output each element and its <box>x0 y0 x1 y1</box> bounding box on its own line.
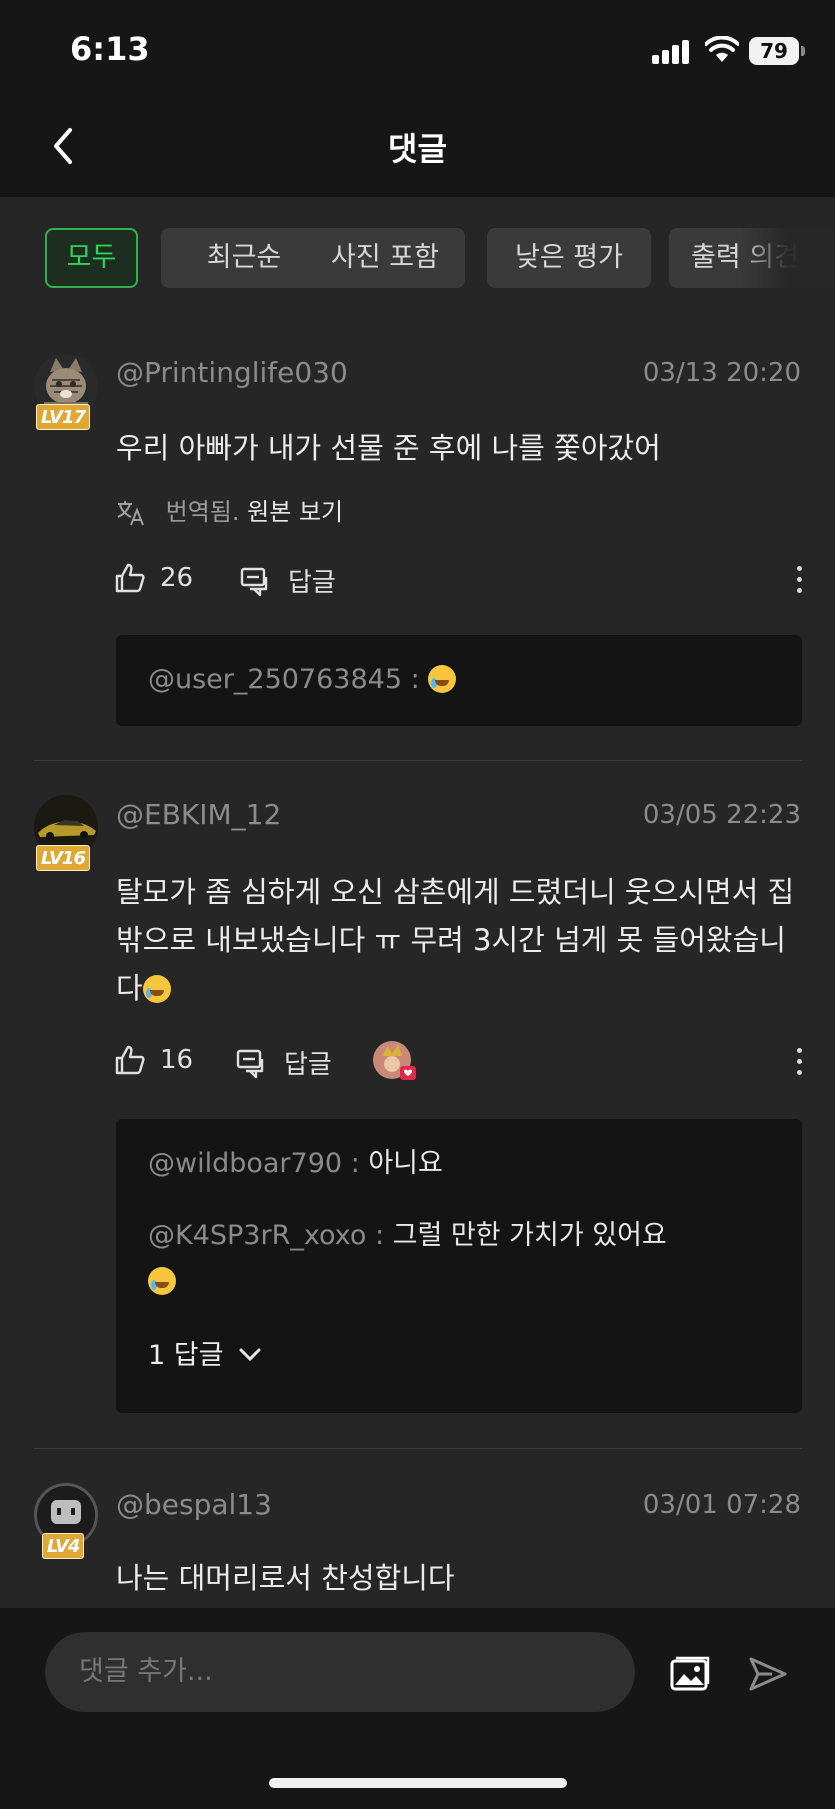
like-icon <box>115 563 145 593</box>
filter-chip-all[interactable]: 모두 <box>45 228 138 288</box>
comment-username[interactable]: @Printinglife030 <box>116 356 348 389</box>
reply-separator: : <box>366 1220 393 1251</box>
level-badge: LV4 <box>42 1533 85 1559</box>
home-indicator[interactable] <box>269 1778 567 1788</box>
more-icon[interactable] <box>794 566 804 598</box>
comment-actions: 26 답글 <box>114 562 804 602</box>
translation-note: 번역됨. 원본 보기 <box>116 492 343 527</box>
avatar[interactable]: LV4 <box>34 1483 98 1559</box>
avatar[interactable]: LV17 <box>34 354 98 430</box>
comment-actions: 16 답글 <box>114 1041 804 1084</box>
liked-by-author-avatar <box>372 1038 432 1084</box>
like-count: 16 <box>160 1045 194 1075</box>
view-original-link[interactable]: 원본 보기 <box>247 498 343 526</box>
reply-handle[interactable]: @wildboar790 <box>148 1148 342 1179</box>
more-replies-label: 1 답글 <box>148 1340 224 1371</box>
battery-tip <box>801 46 805 56</box>
reply-text: 그럴 만한 가치가 있어요 <box>392 1220 667 1251</box>
filter-chips: 모두 최근순 사진 포함 낮은 평가 출력 의견 <box>45 228 835 290</box>
comment-input[interactable]: 댓글 추가... <box>45 1632 635 1712</box>
page-title: 댓글 <box>388 130 447 168</box>
sweat-smile-emoji-icon <box>148 1267 176 1295</box>
translate-icon <box>117 501 144 526</box>
more-icon[interactable] <box>794 1048 804 1080</box>
comment-text: 탈모가 좀 심하게 오신 삼촌에게 드렸더니 웃으시면서 집 밖으로 내보냈습니… <box>116 868 806 1012</box>
like-icon <box>115 1045 145 1075</box>
reply-handle[interactable]: @user_250763845 <box>148 664 402 695</box>
reply-handle[interactable]: @K4SP3rR_xoxo <box>148 1220 366 1251</box>
laughing-tears-emoji-icon <box>428 665 457 693</box>
view-more-replies-button[interactable]: 1 답글 <box>148 1333 788 1379</box>
like-count: 26 <box>160 563 194 593</box>
like-button[interactable]: 16 <box>114 1044 193 1076</box>
image-icon[interactable] <box>670 1656 710 1692</box>
level-badge: LV17 <box>36 404 90 430</box>
comment-date: 03/13 20:20 <box>642 358 801 388</box>
reply-item: @user_250763845 : <box>148 657 788 703</box>
reply-thread: @wildboar790 : 아니요 @K4SP3rR_xoxo : 그럴 만한… <box>116 1119 802 1413</box>
filter-chip-photo[interactable]: 사진 포함 <box>305 228 465 288</box>
divider <box>34 1448 802 1449</box>
avatar[interactable]: LV16 <box>34 795 98 871</box>
reply-separator: : <box>402 664 429 695</box>
comment-text: 우리 아빠가 내가 선물 준 후에 나를 쫓아갔어 <box>116 431 661 465</box>
comment-composer: 댓글 추가... <box>0 1608 835 1809</box>
author-heart-avatar-icon <box>373 1041 416 1080</box>
reply-icon <box>240 567 268 596</box>
comment-date: 03/01 07:28 <box>642 1490 801 1520</box>
comment-date: 03/05 22:23 <box>642 800 801 830</box>
level-badge: LV16 <box>36 845 90 871</box>
top-bar: 6:13 79 댓글 <box>0 0 835 197</box>
crying-smile-emoji-icon <box>142 975 171 1003</box>
filter-chip-low-rating[interactable]: 낮은 평가 <box>487 228 651 288</box>
reply-thread: @user_250763845 : <box>116 635 802 726</box>
reply-separator: : <box>342 1148 369 1179</box>
comment-text-content: 탈모가 좀 심하게 오신 삼촌에게 드렸더니 웃으시면서 집 밖으로 내보냈습니… <box>116 875 795 1005</box>
filter-chip-recent[interactable]: 최근순 <box>161 228 327 288</box>
like-button[interactable]: 26 <box>114 562 193 594</box>
reply-item: @wildboar790 : 아니요 <box>148 1141 788 1187</box>
wifi-icon <box>705 36 739 62</box>
reply-item: @K4SP3rR_xoxo : 그럴 만한 가치가 있어요 <box>148 1213 788 1305</box>
comment-username[interactable]: @EBKIM_12 <box>116 798 281 831</box>
reply-label: 답글 <box>284 1050 332 1080</box>
comment-username[interactable]: @bespal13 <box>116 1488 272 1521</box>
status-time: 6:13 <box>70 30 150 68</box>
reply-text: 아니요 <box>368 1148 443 1179</box>
reply-button[interactable]: 답글 <box>240 562 336 599</box>
translated-label: 번역됨. <box>165 498 240 526</box>
reply-label: 답글 <box>288 568 336 598</box>
reply-icon <box>236 1049 264 1078</box>
send-icon[interactable] <box>748 1656 788 1692</box>
divider <box>34 760 802 761</box>
comment-text: 나는 대머리로서 찬성합니다 <box>116 1561 455 1595</box>
battery-indicator: 79 <box>749 37 799 65</box>
cellular-signal-icon <box>652 38 694 64</box>
reply-button[interactable]: 답글 <box>236 1044 332 1081</box>
chips-fade <box>740 228 835 290</box>
chevron-down-icon <box>239 1348 261 1362</box>
